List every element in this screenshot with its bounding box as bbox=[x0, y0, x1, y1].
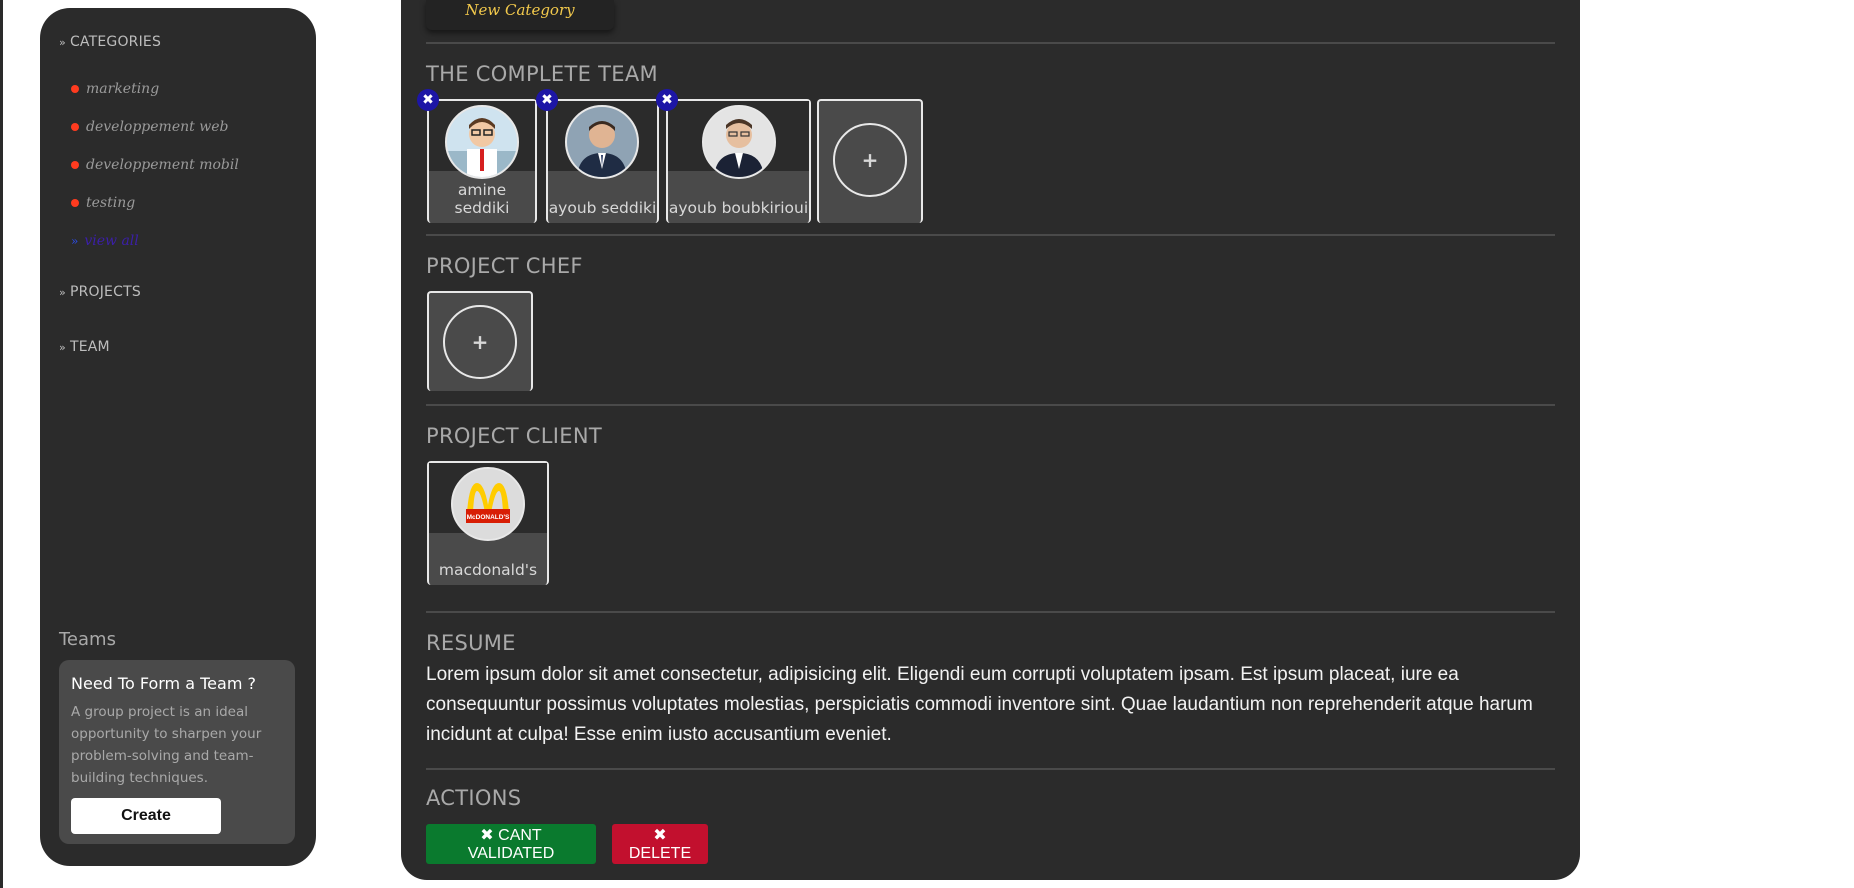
actions-title: ACTIONS bbox=[426, 786, 522, 810]
close-x-icon: ✖ bbox=[661, 92, 673, 108]
sidebar-categories-toggle[interactable]: » CATEGORIES bbox=[59, 34, 161, 50]
chevron-down-icon: » bbox=[59, 36, 66, 49]
teams-heading: Teams bbox=[59, 629, 116, 650]
category-item-testing[interactable]: testing bbox=[71, 184, 239, 222]
double-chevron-right-icon: » bbox=[59, 286, 66, 299]
left-edge-border bbox=[0, 0, 3, 888]
remove-member-button[interactable]: ✖ bbox=[656, 89, 678, 111]
cartoon-avatar-icon bbox=[447, 107, 517, 177]
category-label: developpement mobil bbox=[86, 157, 239, 173]
member-name: amine seddiki bbox=[454, 181, 510, 217]
double-chevron-right-icon: » bbox=[71, 234, 79, 248]
client-name: macdonald's bbox=[438, 561, 538, 579]
remove-member-button[interactable]: ✖ bbox=[417, 89, 439, 111]
resume-text: Lorem ipsum dolor sit amet consectetur, … bbox=[426, 664, 1533, 745]
person-photo-icon bbox=[704, 107, 774, 177]
person-photo-icon bbox=[567, 107, 637, 177]
category-dot-icon bbox=[71, 123, 79, 131]
categories-label: CATEGORIES bbox=[69, 34, 162, 50]
delete-label: DELETE bbox=[628, 845, 692, 862]
team-card-text: A group project is an ideal opportunity … bbox=[71, 704, 262, 786]
mcdonalds-logo-icon: McDONALD'S bbox=[453, 469, 523, 539]
team-card-title: Need To Form a Team ? bbox=[71, 674, 256, 693]
divider bbox=[426, 234, 1555, 236]
member-name: ayoub seddiki bbox=[548, 199, 657, 217]
view-all-link[interactable]: » view all bbox=[71, 222, 239, 260]
divider bbox=[426, 611, 1555, 613]
delete-button[interactable]: ✖ DELETE bbox=[612, 824, 708, 864]
close-x-icon: ✖ bbox=[422, 92, 434, 108]
category-label: developpement web bbox=[86, 119, 229, 135]
divider bbox=[426, 768, 1555, 770]
add-project-chef-card[interactable]: + bbox=[427, 291, 533, 391]
create-team-button[interactable]: Create bbox=[71, 798, 221, 834]
category-list: marketing developpement web developpemen… bbox=[71, 70, 239, 260]
view-all-label: view all bbox=[84, 233, 139, 249]
remove-member-button[interactable]: ✖ bbox=[536, 89, 558, 111]
close-x-icon: ✖ bbox=[480, 827, 499, 844]
category-label: testing bbox=[86, 195, 136, 211]
avatar bbox=[565, 105, 639, 179]
form-team-card: Need To Form a Team ? A group project is… bbox=[59, 660, 295, 844]
client-logo: McDONALD'S bbox=[451, 467, 525, 541]
category-dot-icon bbox=[71, 161, 79, 169]
complete-team-title: THE COMPLETE TEAM bbox=[426, 62, 658, 86]
sidebar-projects-toggle[interactable]: » PROJECTS bbox=[59, 284, 141, 300]
double-chevron-right-icon: » bbox=[59, 341, 66, 354]
close-x-icon: ✖ bbox=[653, 827, 667, 844]
category-item-web[interactable]: developpement web bbox=[71, 108, 239, 146]
category-item-mobil[interactable]: developpement mobil bbox=[71, 146, 239, 184]
sidebar: » CATEGORIES marketing developpement web … bbox=[40, 8, 316, 866]
team-label: TEAM bbox=[69, 339, 110, 355]
category-dot-icon bbox=[71, 85, 79, 93]
category-item-marketing[interactable]: marketing bbox=[71, 70, 239, 108]
plus-icon: + bbox=[443, 305, 517, 379]
divider bbox=[426, 404, 1555, 406]
project-client-title: PROJECT CLIENT bbox=[426, 424, 602, 448]
plus-icon: + bbox=[833, 123, 907, 197]
avatar bbox=[702, 105, 776, 179]
new-category-button[interactable]: New Category bbox=[426, 0, 614, 30]
category-label: marketing bbox=[86, 81, 160, 97]
project-detail-panel: New Category THE COMPLETE TEAM amine sed… bbox=[401, 0, 1580, 880]
avatar bbox=[445, 105, 519, 179]
sidebar-team-toggle[interactable]: » TEAM bbox=[59, 339, 110, 355]
client-card[interactable]: McDONALD'S macdonald's bbox=[427, 461, 549, 585]
close-x-icon: ✖ bbox=[541, 92, 553, 108]
projects-label: PROJECTS bbox=[69, 284, 141, 300]
resume-title: RESUME bbox=[426, 631, 516, 655]
team-member-card[interactable]: ayoub boubkirioui ✖ bbox=[656, 89, 811, 223]
member-name: ayoub boubkirioui bbox=[668, 199, 809, 217]
cant-validated-button[interactable]: ✖ CANT VALIDATED bbox=[426, 824, 596, 864]
divider bbox=[426, 42, 1555, 44]
category-dot-icon bbox=[71, 199, 79, 207]
add-team-member-card[interactable]: + bbox=[817, 99, 923, 223]
team-member-card[interactable]: ayoub seddiki ✖ bbox=[536, 89, 659, 223]
team-member-card[interactable]: amine seddiki ✖ bbox=[417, 89, 537, 223]
logo-wordmark: McDONALD'S bbox=[467, 514, 510, 521]
project-chef-title: PROJECT CHEF bbox=[426, 254, 583, 278]
